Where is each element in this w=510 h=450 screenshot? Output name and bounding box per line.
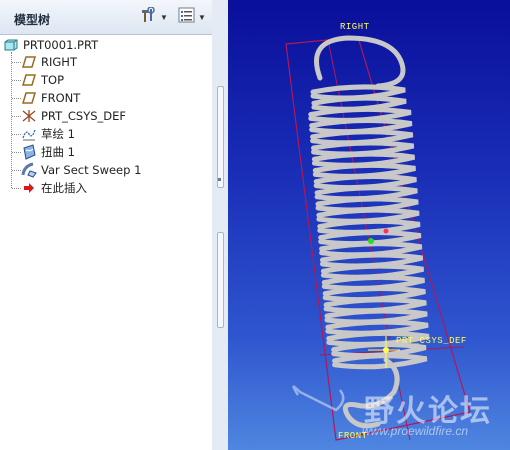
datum-plane-icon (21, 72, 37, 88)
warp-icon (21, 144, 37, 160)
tree-guide-line (12, 188, 21, 189)
tree-guide-line (12, 98, 21, 99)
datum-plane-icon (21, 54, 37, 70)
model-tree-header: 模型树 ▼ ▼ (0, 0, 212, 35)
tree-guide-line (12, 152, 21, 153)
tree-guide-line (12, 80, 21, 81)
tree-item-label: PRT_CSYS_DEF (41, 109, 127, 123)
panel-splitter[interactable] (212, 0, 228, 450)
settings-tools-icon (140, 5, 158, 28)
spring-model (285, 35, 471, 441)
tree-item-front[interactable]: FRONT (21, 89, 80, 107)
sketch-icon (21, 126, 37, 142)
watermark-url: www.proewildfire.cn (362, 424, 469, 438)
csys-label: PRT_CSYS_DEF (396, 336, 467, 346)
tree-guide-line (12, 116, 21, 117)
tree-item-warp[interactable]: 扭曲 1 (21, 143, 75, 161)
tree-item-top[interactable]: TOP (21, 71, 64, 89)
right-datum-label: RIGHT (340, 22, 370, 32)
tree-item-label: 草绘 1 (41, 127, 75, 141)
coordinate-system-icon (21, 108, 37, 124)
splitter-dot (218, 178, 221, 181)
tree-item-label: 扭曲 1 (41, 145, 75, 159)
chevron-down-icon: ▼ (198, 12, 206, 22)
show-list-icon (178, 7, 196, 28)
spring-coil (332, 353, 428, 370)
tree-guide-line (12, 62, 21, 63)
tree-guide-line (11, 52, 12, 188)
datum-plane-icon (21, 90, 37, 106)
csys-origin (383, 347, 389, 353)
tree-item-insert-here[interactable]: 在此插入 (21, 179, 87, 197)
splitter-grip[interactable] (217, 86, 224, 188)
model-tree-title: 模型树 (14, 13, 51, 27)
tree-guide-line (12, 134, 21, 135)
part-icon (3, 37, 19, 53)
tree-item-sketch[interactable]: 草绘 1 (21, 125, 75, 143)
tree-guide-line (12, 170, 21, 171)
sweep-icon (21, 162, 37, 178)
splitter-grip[interactable] (217, 232, 224, 328)
settings-button[interactable]: ▼ (140, 5, 168, 28)
tree-item-root[interactable]: PRT0001.PRT (3, 36, 98, 54)
csys-point-marker (383, 228, 389, 234)
csys-origin-marker (368, 238, 374, 244)
watermark-logo (292, 385, 345, 412)
tree-item-label: FRONT (41, 91, 81, 105)
tree-item-label: 在此插入 (41, 181, 87, 195)
tree-item-right[interactable]: RIGHT (21, 53, 77, 71)
tree-item-sweep[interactable]: Var Sect Sweep 1 (21, 161, 141, 179)
chevron-down-icon: ▼ (160, 12, 168, 22)
tree-item-csys[interactable]: PRT_CSYS_DEF (21, 107, 126, 125)
tree-item-label: RIGHT (41, 55, 77, 69)
graphics-viewport[interactable]: RIGHT PRT_CSYS_DEF FRONT 野火论坛 www.proewi… (228, 0, 510, 450)
model-tree-panel: 模型树 ▼ ▼ PRT0001.PRT RIGHT TOP FRONT PRT_… (0, 0, 213, 450)
tree-item-label: PRT0001.PRT (23, 38, 99, 52)
insert-here-arrow-icon (21, 180, 37, 196)
show-menu-button[interactable]: ▼ (178, 7, 206, 27)
tree-item-label: TOP (41, 73, 65, 87)
tree-item-label: Var Sect Sweep 1 (41, 163, 142, 177)
spring-coils (308, 35, 430, 370)
